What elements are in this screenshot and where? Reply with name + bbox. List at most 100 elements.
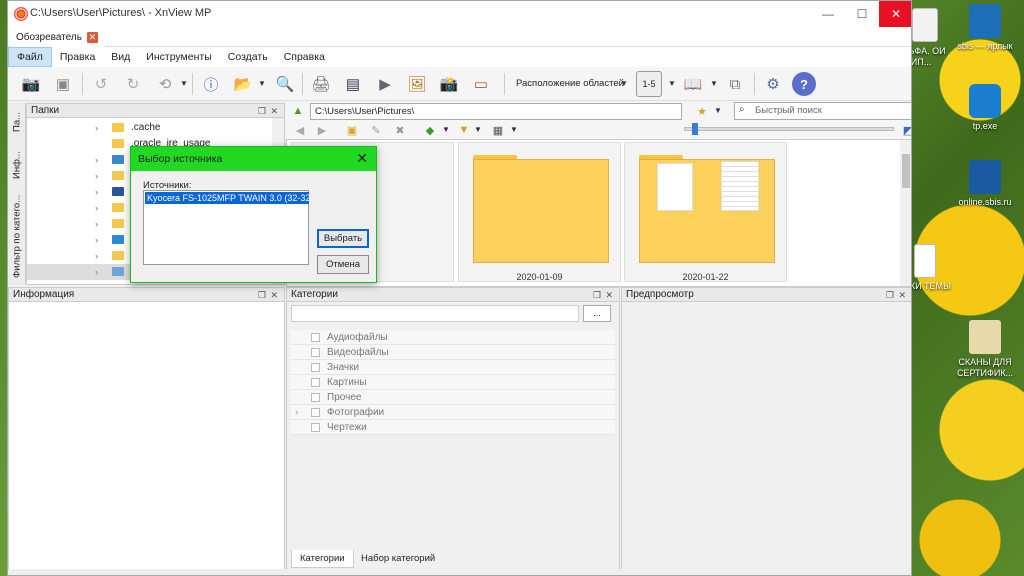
favorites-dropdown-icon[interactable]: ▼: [714, 106, 722, 115]
pages-button[interactable]: 1-5: [636, 71, 662, 97]
tab-close-icon[interactable]: ✕: [86, 32, 98, 43]
tab-category-sets[interactable]: Набор категорий: [353, 550, 443, 568]
quick-search-input[interactable]: Быстрый поиск: [734, 102, 911, 120]
favorites-star-icon[interactable]: ★: [694, 104, 710, 118]
scrollbar-thumb[interactable]: [902, 154, 910, 188]
address-field[interactable]: C:\Users\User\Pictures\: [310, 103, 682, 120]
fullscreen-icon[interactable]: ▣: [50, 71, 76, 97]
book-dropdown-icon[interactable]: ▼: [710, 79, 718, 88]
dialog-close-icon[interactable]: ✕: [356, 150, 368, 167]
category-item[interactable]: Прочее: [291, 390, 615, 405]
chevron-right-icon[interactable]: ›: [95, 200, 98, 216]
source-item-selected[interactable]: Kyocera FS-1025MFP TWAIN 3.0 (32-32): [145, 192, 309, 204]
chevron-right-icon[interactable]: ›: [95, 232, 98, 248]
fit-icon[interactable]: ◩: [900, 123, 911, 137]
category-filter-input[interactable]: [291, 305, 579, 322]
rename-icon[interactable]: ✎: [368, 123, 384, 137]
category-item[interactable]: Значки: [291, 360, 615, 375]
filter-dropdown-icon[interactable]: ▼: [474, 125, 482, 134]
wallpaper-icon[interactable]: ▭: [468, 71, 494, 97]
thumbnail-size-slider[interactable]: [684, 127, 894, 131]
panel-close-icon[interactable]: ✕: [898, 288, 906, 302]
chevron-right-icon[interactable]: ›: [95, 216, 98, 232]
category-checkbox[interactable]: [311, 363, 320, 372]
side-tab-info[interactable]: Инф...: [9, 147, 25, 183]
new-folder-icon[interactable]: ▣: [344, 123, 360, 137]
menu-create[interactable]: Создать: [220, 47, 276, 67]
view-mode-dropdown-icon[interactable]: ▼: [510, 125, 518, 134]
category-item[interactable]: Видеофайлы: [291, 345, 615, 360]
image-icon[interactable]: 🖼: [404, 71, 430, 97]
transform-icon[interactable]: ⟲: [152, 71, 178, 97]
cancel-button[interactable]: Отмена: [317, 255, 369, 274]
slider-thumb[interactable]: [692, 123, 698, 135]
slideshow-icon[interactable]: ▶: [372, 71, 398, 97]
thumbnail-item[interactable]: 2020-01-22: [624, 142, 787, 282]
tab-categories[interactable]: Категории: [291, 550, 354, 568]
back-icon[interactable]: ◀: [292, 123, 308, 137]
desktop-icon-sbis[interactable]: sbis — ярлык: [950, 4, 1020, 52]
book-icon[interactable]: 📖: [680, 71, 706, 97]
panel-close-icon[interactable]: ✕: [270, 104, 278, 118]
category-checkbox[interactable]: [311, 423, 320, 432]
export-dropdown-icon[interactable]: ▼: [258, 79, 266, 88]
menu-edit[interactable]: Правка: [52, 47, 103, 67]
menu-tools[interactable]: Инструменты: [138, 47, 219, 67]
panel-close-icon[interactable]: ✕: [605, 288, 613, 302]
rotate-left-icon[interactable]: ↺: [88, 71, 114, 97]
scanner-icon[interactable]: ▤: [340, 71, 366, 97]
side-tab-category-filter[interactable]: Фильтр по катего...: [9, 191, 25, 281]
minimize-button[interactable]: —: [811, 1, 845, 27]
sources-list[interactable]: Kyocera FS-1025MFP TWAIN 3.0 (32-32): [143, 190, 309, 265]
binoculars-icon[interactable]: 🔍: [272, 71, 298, 97]
view-mode-icon[interactable]: ▦: [490, 123, 506, 137]
select-button[interactable]: Выбрать: [317, 229, 369, 248]
float-icon[interactable]: ❐: [593, 288, 601, 302]
chevron-right-icon[interactable]: ›: [95, 120, 98, 136]
desktop-icon-online-sbis[interactable]: online.sbis.ru: [950, 160, 1020, 208]
category-item[interactable]: Чертежи: [291, 420, 615, 435]
panel-close-icon[interactable]: ✕: [270, 288, 278, 302]
chevron-right-icon[interactable]: ›: [295, 405, 298, 420]
category-item[interactable]: Картины: [291, 375, 615, 390]
print-icon[interactable]: 🖨: [308, 71, 334, 97]
camera-icon[interactable]: 📸: [436, 71, 462, 97]
export-icon[interactable]: 📂: [230, 71, 256, 97]
chevron-right-icon[interactable]: ›: [95, 184, 98, 200]
category-checkbox[interactable]: [311, 348, 320, 357]
forward-icon[interactable]: ▶: [314, 123, 330, 137]
layout-label[interactable]: Расположение областей: [516, 78, 624, 89]
menu-file[interactable]: Файл: [8, 47, 52, 67]
layout-dropdown-icon[interactable]: ▼: [620, 79, 628, 88]
desktop-icon-scans[interactable]: СКАНЫ ДЛЯ СЕРТИФИК...: [950, 320, 1020, 379]
chevron-right-icon[interactable]: ›: [95, 248, 98, 264]
chevron-right-icon[interactable]: ›: [95, 152, 98, 168]
desktop-icon-tp[interactable]: tp.exe: [950, 84, 1020, 132]
transform-dropdown-icon[interactable]: ▼: [180, 79, 188, 88]
delete-icon[interactable]: ✖: [392, 123, 408, 137]
category-options-button[interactable]: ...: [583, 305, 611, 322]
category-item[interactable]: › Фотографии: [291, 405, 615, 420]
info-icon[interactable]: ⓘ: [198, 71, 224, 97]
maximize-button[interactable]: ☐: [845, 1, 879, 27]
tab-browser[interactable]: Обозреватель ✕: [10, 28, 104, 47]
up-folder-icon[interactable]: ▲: [290, 104, 306, 118]
category-item[interactable]: Аудиофайлы: [291, 330, 615, 345]
category-checkbox[interactable]: [311, 378, 320, 387]
category-checkbox[interactable]: [311, 393, 320, 402]
menu-view[interactable]: Вид: [103, 47, 138, 67]
category-checkbox[interactable]: [311, 333, 320, 342]
dialog-title-bar[interactable]: Выбор источника ✕: [131, 147, 376, 171]
help-icon[interactable]: ?: [792, 72, 816, 96]
sort-icon[interactable]: ◆: [422, 123, 438, 137]
pages-dropdown-icon[interactable]: ▼: [668, 79, 676, 88]
sort-dropdown-icon[interactable]: ▼: [442, 125, 450, 134]
category-checkbox[interactable]: [311, 408, 320, 417]
title-bar[interactable]: C:\Users\User\Pictures\ - XnView MP — ☐ …: [8, 1, 911, 27]
chevron-right-icon[interactable]: ›: [95, 264, 98, 280]
tree-item[interactable]: › .cache: [27, 120, 272, 136]
float-icon[interactable]: ❐: [258, 288, 266, 302]
menu-help[interactable]: Справка: [276, 47, 333, 67]
acquire-icon[interactable]: 📷: [18, 71, 44, 97]
settings-gear-icon[interactable]: ⚙: [760, 71, 786, 97]
